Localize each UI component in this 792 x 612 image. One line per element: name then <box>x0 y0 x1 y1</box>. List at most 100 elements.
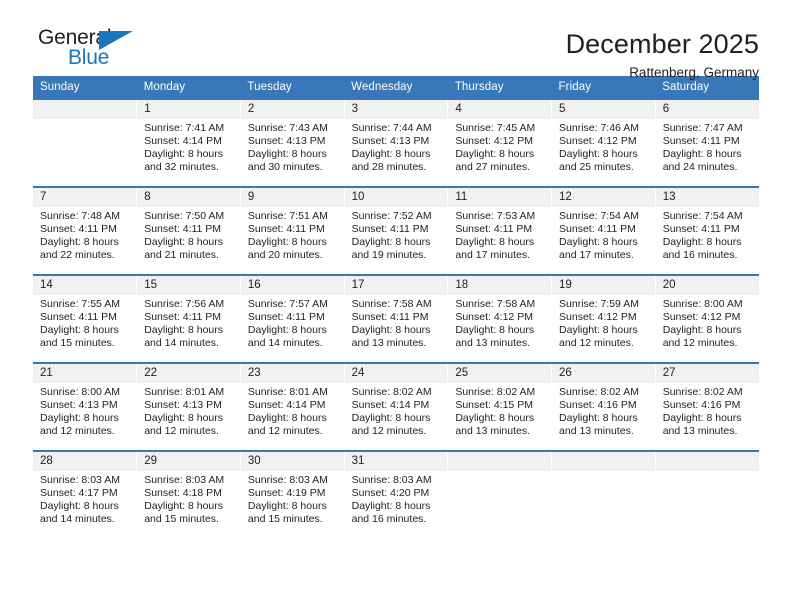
day-number: 9 <box>240 188 344 207</box>
calendar-day-cell[interactable]: 29 Sunrise: 8:03 AM Sunset: 4:18 PM Dayligh… <box>136 450 241 538</box>
calendar-day-cell[interactable]: 28 Sunrise: 8:03 AM Sunset: 4:17 PM Dayligh… <box>33 450 138 538</box>
sunset-text: Sunset: 4:11 PM <box>662 222 740 235</box>
calendar-day-cell[interactable]: 30 Sunrise: 8:03 AM Sunset: 4:19 PM Dayligh… <box>240 450 345 538</box>
calendar-day-cell[interactable]: 26 Sunrise: 8:02 AM Sunset: 4:16 PM Dayligh… <box>551 362 656 451</box>
calendar-day-cell[interactable]: 4 Sunrise: 7:45 AM Sunset: 4:12 PM Daylight… <box>447 98 553 187</box>
daylight-text-line2: and 17 minutes. <box>455 248 531 261</box>
daylight-text-line2: and 12 minutes. <box>40 424 115 437</box>
daylight-text-line1: Daylight: 8 hours <box>144 411 223 424</box>
daylight-text-line2: and 13 minutes. <box>455 336 531 349</box>
calendar-day-cell[interactable]: 17 Sunrise: 7:58 AM Sunset: 4:11 PM Dayligh… <box>344 274 449 363</box>
daylight-text-line2: and 21 minutes. <box>144 248 219 261</box>
sunrise-text: Sunrise: 8:03 AM <box>40 474 120 486</box>
day-sun-info: Sunrise: 7:50 AM Sunset: 4:11 PM Daylight:… <box>137 207 240 262</box>
day-number: 2 <box>240 100 344 119</box>
calendar-day-cell[interactable]: 24 Sunrise: 8:02 AM Sunset: 4:14 PM Dayligh… <box>344 362 449 451</box>
day-cell-inner: 3 Sunrise: 7:44 AM Sunset: 4:13 PM Daylight… <box>344 100 448 186</box>
daylight-text-line1: Daylight: 8 hours <box>351 499 431 512</box>
day-sun-info: Sunrise: 7:51 AM Sunset: 4:11 PM Daylight:… <box>241 207 344 262</box>
calendar-day-cell[interactable]: 18 Sunrise: 7:58 AM Sunset: 4:12 PM Dayligh… <box>447 274 553 363</box>
calendar-day-cell[interactable]: 5 Sunrise: 7:46 AM Sunset: 4:12 PM Daylight… <box>551 98 656 187</box>
calendar-day-cell[interactable]: 8 Sunrise: 7:50 AM Sunset: 4:11 PM Daylight… <box>136 186 241 275</box>
daylight-text-line1: Daylight: 8 hours <box>351 323 431 336</box>
calendar-day-cell[interactable]: 21 Sunrise: 8:00 AM Sunset: 4:13 PM Dayligh… <box>33 362 138 451</box>
daylight-text-line1: Daylight: 8 hours <box>662 147 742 160</box>
daylight-text-line2: and 22 minutes. <box>40 248 115 261</box>
daylight-text-line2: and 25 minutes. <box>559 160 634 173</box>
day-number: 14 <box>33 276 137 295</box>
daylight-text-line1: Daylight: 8 hours <box>144 499 223 512</box>
day-cell-inner: 25 Sunrise: 8:02 AM Sunset: 4:15 PM Dayligh… <box>448 364 552 450</box>
calendar-day-cell[interactable]: 23 Sunrise: 8:01 AM Sunset: 4:14 PM Dayligh… <box>240 362 345 451</box>
daylight-text-line1: Daylight: 8 hours <box>351 235 431 248</box>
day-number: 22 <box>137 364 240 383</box>
daylight-text-line2: and 28 minutes. <box>351 160 427 173</box>
calendar-day-cell[interactable]: 11 Sunrise: 7:53 AM Sunset: 4:11 PM Dayligh… <box>447 186 553 275</box>
sunset-text: Sunset: 4:15 PM <box>455 398 533 411</box>
day-cell-inner: 5 Sunrise: 7:46 AM Sunset: 4:12 PM Daylight… <box>552 100 655 186</box>
daylight-text-line2: and 19 minutes. <box>351 248 427 261</box>
day-number: 4 <box>448 100 552 119</box>
calendar-day-cell[interactable]: 13 Sunrise: 7:54 AM Sunset: 4:11 PM Dayligh… <box>655 186 759 275</box>
day-cell-inner: 4 Sunrise: 7:45 AM Sunset: 4:12 PM Daylight… <box>448 100 552 186</box>
day-cell-inner: 27 Sunrise: 8:02 AM Sunset: 4:16 PM Dayligh… <box>655 364 759 450</box>
daylight-text-line2: and 16 minutes. <box>351 512 427 525</box>
calendar-day-cell[interactable]: 27 Sunrise: 8:02 AM Sunset: 4:16 PM Dayligh… <box>655 362 759 451</box>
daylight-text-line2: and 20 minutes. <box>247 248 323 261</box>
calendar-day-cell[interactable]: 14 Sunrise: 7:55 AM Sunset: 4:11 PM Dayligh… <box>33 274 138 363</box>
calendar-day-cell[interactable]: 31 Sunrise: 8:03 AM Sunset: 4:20 PM Dayligh… <box>344 450 449 538</box>
daylight-text-line2: and 13 minutes. <box>455 424 531 437</box>
day-cell-inner: 2 Sunrise: 7:43 AM Sunset: 4:13 PM Daylight… <box>240 100 344 186</box>
day-cell-inner: 6 Sunrise: 7:47 AM Sunset: 4:11 PM Daylight… <box>655 100 759 186</box>
day-number: 23 <box>240 364 344 383</box>
calendar-empty-cell <box>551 450 656 538</box>
calendar-day-cell[interactable]: 16 Sunrise: 7:57 AM Sunset: 4:11 PM Dayligh… <box>240 274 345 363</box>
calendar-day-cell[interactable]: 10 Sunrise: 7:52 AM Sunset: 4:11 PM Dayligh… <box>344 186 449 275</box>
day-cell-inner <box>552 452 655 538</box>
calendar-day-cell[interactable]: 2 Sunrise: 7:43 AM Sunset: 4:13 PM Daylight… <box>240 98 345 187</box>
day-sun-info: Sunrise: 7:44 AM Sunset: 4:13 PM Daylight:… <box>345 119 448 174</box>
day-sun-info: Sunrise: 7:43 AM Sunset: 4:13 PM Daylight:… <box>241 119 344 174</box>
day-sun-info: Sunrise: 7:57 AM Sunset: 4:11 PM Daylight:… <box>241 295 344 350</box>
calendar-day-cell[interactable]: 3 Sunrise: 7:44 AM Sunset: 4:13 PM Daylight… <box>344 98 449 187</box>
sunset-text: Sunset: 4:12 PM <box>455 134 533 147</box>
day-sun-info: Sunrise: 8:03 AM Sunset: 4:20 PM Daylight:… <box>345 471 448 526</box>
daylight-text-line1: Daylight: 8 hours <box>455 323 535 336</box>
calendar-day-cell[interactable]: 12 Sunrise: 7:54 AM Sunset: 4:11 PM Dayligh… <box>551 186 656 275</box>
daylight-text-line2: and 13 minutes. <box>662 424 738 437</box>
sunset-text: Sunset: 4:11 PM <box>40 310 117 323</box>
calendar-day-cell[interactable]: 1 Sunrise: 7:41 AM Sunset: 4:14 PM Daylight… <box>136 98 241 187</box>
day-number: 24 <box>344 364 448 383</box>
day-sun-info: Sunrise: 8:02 AM Sunset: 4:16 PM Daylight:… <box>656 383 759 438</box>
calendar-body: 1 Sunrise: 7:41 AM Sunset: 4:14 PM Daylight… <box>33 98 759 538</box>
daylight-text-line1: Daylight: 8 hours <box>247 147 327 160</box>
sunset-text: Sunset: 4:11 PM <box>144 222 222 235</box>
calendar-day-cell[interactable]: 6 Sunrise: 7:47 AM Sunset: 4:11 PM Daylight… <box>655 98 759 187</box>
day-cell-inner: 10 Sunrise: 7:52 AM Sunset: 4:11 PM Dayligh… <box>344 188 448 274</box>
sunrise-text: Sunrise: 8:03 AM <box>144 474 225 486</box>
daylight-text-line2: and 12 minutes. <box>351 424 427 437</box>
title-block: December 2025 Rattenberg, Germany <box>566 26 759 83</box>
day-sun-info: Sunrise: 8:03 AM Sunset: 4:17 PM Daylight:… <box>33 471 136 526</box>
sunrise-text: Sunrise: 7:46 AM <box>559 122 639 134</box>
sunrise-text: Sunrise: 7:41 AM <box>144 122 225 134</box>
sunrise-text: Sunrise: 7:45 AM <box>455 122 536 134</box>
daylight-text-line1: Daylight: 8 hours <box>662 323 742 336</box>
calendar-day-cell[interactable]: 9 Sunrise: 7:51 AM Sunset: 4:11 PM Daylight… <box>240 186 345 275</box>
calendar-week-row: 1 Sunrise: 7:41 AM Sunset: 4:14 PM Daylight… <box>33 98 759 187</box>
daylight-text-line1: Daylight: 8 hours <box>144 323 223 336</box>
day-cell-inner: 15 Sunrise: 7:56 AM Sunset: 4:11 PM Dayligh… <box>137 276 240 362</box>
calendar-day-cell[interactable]: 22 Sunrise: 8:01 AM Sunset: 4:13 PM Dayligh… <box>136 362 241 451</box>
sunrise-text: Sunrise: 8:01 AM <box>247 386 328 398</box>
calendar-day-cell[interactable]: 19 Sunrise: 7:59 AM Sunset: 4:12 PM Dayligh… <box>551 274 656 363</box>
sunrise-text: Sunrise: 7:56 AM <box>144 298 225 310</box>
calendar-day-cell[interactable]: 7 Sunrise: 7:48 AM Sunset: 4:11 PM Daylight… <box>33 186 138 275</box>
sunset-text: Sunset: 4:11 PM <box>351 222 429 235</box>
day-cell-inner: 14 Sunrise: 7:55 AM Sunset: 4:11 PM Dayligh… <box>33 276 137 362</box>
calendar-day-cell[interactable]: 15 Sunrise: 7:56 AM Sunset: 4:11 PM Dayligh… <box>136 274 241 363</box>
calendar-day-cell[interactable]: 20 Sunrise: 8:00 AM Sunset: 4:12 PM Dayligh… <box>655 274 759 363</box>
calendar-day-cell[interactable]: 25 Sunrise: 8:02 AM Sunset: 4:15 PM Dayligh… <box>447 362 553 451</box>
day-number <box>552 452 655 471</box>
sunrise-text: Sunrise: 7:52 AM <box>351 210 432 222</box>
brand-logo[interactable]: General Blue <box>38 26 158 72</box>
